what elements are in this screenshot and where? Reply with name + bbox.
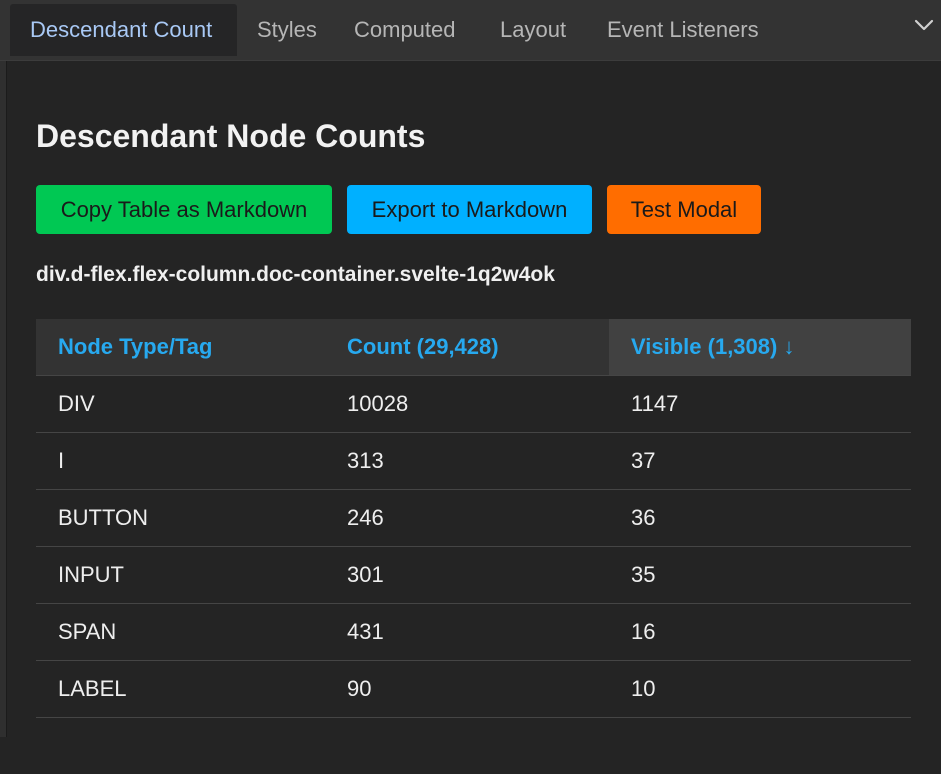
cell-tag: SPAN	[36, 604, 325, 661]
cell-count: 246	[325, 490, 609, 547]
table-header-row: Node Type/Tag Count (29,428) Visible (1,…	[36, 319, 911, 376]
test-modal-button[interactable]: Test Modal	[607, 185, 761, 234]
cell-visible: 16	[609, 604, 911, 661]
cell-count: 301	[325, 547, 609, 604]
table-row	[36, 718, 911, 774]
test-modal-label: Test Modal	[631, 197, 737, 222]
element-selector: div.d-flex.flex-column.doc-container.sve…	[36, 263, 555, 287]
cell-tag: INPUT	[36, 547, 325, 604]
tab-computed[interactable]: Computed	[334, 4, 476, 56]
export-markdown-button[interactable]: Export to Markdown	[347, 185, 592, 234]
descendant-count-table: Node Type/Tag Count (29,428) Visible (1,…	[36, 319, 911, 774]
chevron-down-icon[interactable]	[911, 12, 937, 38]
cell-count: 90	[325, 661, 609, 718]
tab-event-listeners[interactable]: Event Listeners	[587, 4, 779, 56]
copy-table-markdown-button[interactable]: Copy Table as Markdown	[36, 185, 332, 234]
tab-styles[interactable]: Styles	[237, 4, 337, 56]
table-row: BUTTON 246 36	[36, 490, 911, 547]
table-row: I 313 37	[36, 433, 911, 490]
cell-visible: 36	[609, 490, 911, 547]
header-visible[interactable]: Visible (1,308) ↓	[609, 319, 911, 376]
cell-tag	[36, 718, 325, 774]
cell-count: 431	[325, 604, 609, 661]
cell-visible: 10	[609, 661, 911, 718]
cell-count: 10028	[325, 376, 609, 433]
cell-tag: DIV	[36, 376, 325, 433]
page-title: Descendant Node Counts	[36, 118, 425, 155]
cell-visible: 35	[609, 547, 911, 604]
devtools-panel: Descendant Count Styles Computed Layout …	[0, 0, 941, 737]
export-markdown-label: Export to Markdown	[372, 197, 568, 222]
tab-bar: Descendant Count Styles Computed Layout …	[0, 0, 941, 61]
cell-tag: I	[36, 433, 325, 490]
header-count[interactable]: Count (29,428)	[325, 319, 609, 376]
cell-visible	[609, 718, 911, 774]
cell-count: 313	[325, 433, 609, 490]
table-row: SPAN 431 16	[36, 604, 911, 661]
panel-resize-edge[interactable]	[0, 0, 7, 737]
cell-visible: 37	[609, 433, 911, 490]
tab-descendant-count[interactable]: Descendant Count	[10, 4, 237, 56]
cell-tag: BUTTON	[36, 490, 325, 547]
cell-tag: LABEL	[36, 661, 325, 718]
cell-count	[325, 718, 609, 774]
table-row: INPUT 301 35	[36, 547, 911, 604]
header-node-type[interactable]: Node Type/Tag	[36, 319, 325, 376]
cell-visible: 1147	[609, 376, 911, 433]
table-row: DIV 10028 1147	[36, 376, 911, 433]
tab-layout[interactable]: Layout	[480, 4, 586, 56]
copy-table-markdown-label: Copy Table as Markdown	[61, 197, 308, 222]
table-row: LABEL 90 10	[36, 661, 911, 718]
